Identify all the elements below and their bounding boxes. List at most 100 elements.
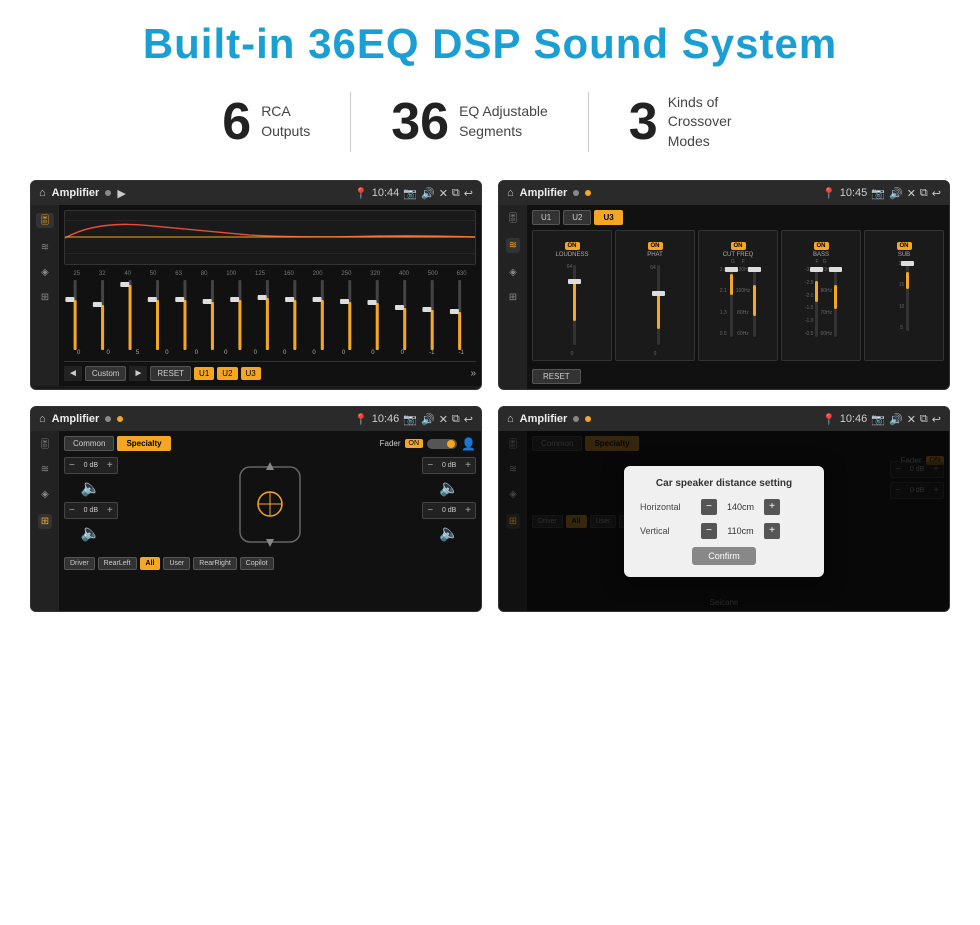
db2-plus-button[interactable]: +: [465, 460, 471, 471]
vertical-row: Vertical − 110cm +: [640, 523, 808, 539]
db4-plus-button[interactable]: +: [465, 505, 471, 516]
confirm-button[interactable]: Confirm: [692, 547, 756, 565]
stat-label-rca: RCAOutputs: [261, 102, 310, 141]
eq-reset-button[interactable]: RESET: [150, 366, 191, 381]
cutfreq-sliders: 3.02.11.30.5 120Hz100Hz80Hz60Hz: [702, 267, 774, 347]
close-icon-1: ✕: [439, 187, 448, 200]
cutfreq-track1[interactable]: [730, 267, 733, 337]
fader-slider[interactable]: [427, 439, 457, 449]
screen-distance: ⌂ Amplifier 📍 10:46 📷 🔊 ✕ ⧉ ↩: [498, 406, 950, 612]
loudness-bottom-val: 0: [536, 351, 608, 357]
eq-value-labels: 0 0 5 0 0 0 0 0 0 0 0 0 -1 -1: [64, 350, 476, 356]
bass-labels: -3.0-2.5-2.0-1.5-1.0-0.5: [805, 267, 814, 337]
stat-number-rca: 6: [222, 96, 251, 148]
sidebar-wave-icon[interactable]: ≋: [41, 242, 49, 253]
sidebar3-eq-icon[interactable]: 🎚: [39, 439, 52, 450]
home-icon-3: ⌂: [39, 413, 46, 425]
horizontal-plus-button[interactable]: +: [764, 499, 780, 515]
eq-u1-button[interactable]: U1: [194, 367, 214, 380]
more-icon-1: »: [470, 368, 476, 379]
right-db-controls: − 0 dB + 🔈 − 0 dB + 🔈: [422, 457, 476, 552]
window-icon-2: ⧉: [920, 187, 928, 200]
sidebar2-eq-icon[interactable]: 🎚: [507, 213, 520, 224]
db1-plus-button[interactable]: +: [107, 460, 113, 471]
freq-125: 125: [255, 271, 265, 277]
eq-u3-button[interactable]: U3: [241, 367, 261, 380]
phat-track[interactable]: [657, 265, 660, 345]
val-9: 0: [307, 350, 321, 356]
pos-user-button[interactable]: User: [163, 557, 190, 570]
back-icon-4: ↩: [932, 413, 941, 426]
val-6: 0: [219, 350, 233, 356]
loudness-track[interactable]: [573, 265, 576, 345]
pos-rearright-button[interactable]: RearRight: [193, 557, 237, 570]
topbar4-right: 📍 10:46 📷 🔊 ✕ ⧉ ↩: [822, 413, 941, 426]
db1-minus-button[interactable]: −: [69, 460, 75, 471]
phat-bottom-val: 0: [619, 351, 691, 357]
cutfreq-track2[interactable]: [753, 267, 756, 337]
eq-custom-button[interactable]: Custom: [85, 366, 127, 381]
crossover-reset-button[interactable]: RESET: [532, 369, 581, 384]
phat-on-badge: ON: [648, 242, 663, 250]
sidebar-eq-icon[interactable]: 🎚: [36, 213, 55, 228]
cutfreq-label: CUT FREQ: [702, 252, 774, 258]
horizontal-minus-button[interactable]: −: [701, 499, 717, 515]
position-buttons: Driver RearLeft All User RearRight Copil…: [64, 557, 476, 570]
preset-u2-button[interactable]: U2: [563, 210, 591, 225]
pos-all-button[interactable]: All: [140, 557, 161, 570]
rec-dot-4b: [585, 416, 591, 422]
pos-driver-button[interactable]: Driver: [64, 557, 95, 570]
freq-250: 250: [341, 271, 351, 277]
db-control-3: − 0 dB +: [64, 502, 118, 519]
preset-u1-button[interactable]: U1: [532, 210, 560, 225]
sidebar2-sound-icon[interactable]: ◈: [509, 267, 517, 278]
bass-track2[interactable]: [834, 267, 837, 337]
freq-50: 50: [150, 271, 157, 277]
close-icon-3: ✕: [439, 413, 448, 426]
loudness-label: LOUDNESS: [536, 252, 608, 258]
sub-track[interactable]: [906, 261, 909, 331]
bass-track1[interactable]: [815, 267, 818, 337]
preset-u3-button[interactable]: U3: [594, 210, 622, 225]
speaker-front-right-icon: 🔈: [422, 478, 476, 498]
sidebar3-channel-icon[interactable]: ⊞: [38, 514, 52, 529]
topbar3-right: 📍 10:46 📷 🔊 ✕ ⧉ ↩: [354, 413, 473, 426]
db3-plus-button[interactable]: +: [107, 505, 113, 516]
volume-icon-3: 🔊: [421, 413, 435, 426]
sidebar-sound-icon[interactable]: ◈: [41, 267, 49, 278]
screen3-sidebar: 🎚 ≋ ◈ ⊞: [31, 431, 59, 611]
freq-63: 63: [175, 271, 182, 277]
topbar2-title: Amplifier: [520, 187, 568, 199]
cutfreq-freq-labels: 120Hz100Hz80Hz60Hz: [736, 267, 750, 337]
tab-specialty-button[interactable]: Specialty: [117, 436, 170, 451]
sidebar3-wave-icon[interactable]: ≋: [41, 464, 49, 475]
vertical-minus-button[interactable]: −: [701, 523, 717, 539]
cutfreq-labels-left: 3.02.11.30.5: [720, 267, 727, 337]
val-2: 0: [101, 350, 115, 356]
db3-minus-button[interactable]: −: [69, 505, 75, 516]
stats-row: 6 RCAOutputs 36 EQ AdjustableSegments 3 …: [30, 92, 950, 152]
pos-rearleft-button[interactable]: RearLeft: [98, 557, 137, 570]
channel-bass: ON BASS F G -3.0-2.5-2.0-1.5-1.0-0.5: [781, 230, 861, 361]
eq-u2-button[interactable]: U2: [217, 367, 237, 380]
loudness-slider-area: 64: [536, 261, 608, 351]
car-diagram-area: [126, 457, 415, 552]
bass-on-badge: ON: [814, 242, 829, 250]
tab-common-button[interactable]: Common: [64, 436, 114, 451]
eq-next-button[interactable]: ►: [129, 366, 147, 381]
db4-minus-button[interactable]: −: [427, 505, 433, 516]
screen3-topbar: ⌂ Amplifier 📍 10:46 📷 🔊 ✕ ⧉ ↩: [31, 407, 481, 431]
sidebar-channel-icon[interactable]: ⊞: [41, 292, 49, 303]
rec-dot-2b: [585, 190, 591, 196]
eq-sliders: [64, 280, 476, 350]
freq-25: 25: [73, 271, 80, 277]
sidebar3-sound-icon[interactable]: ◈: [41, 489, 49, 500]
vertical-plus-button[interactable]: +: [764, 523, 780, 539]
db2-minus-button[interactable]: −: [427, 460, 433, 471]
eq-prev-button[interactable]: ◄: [64, 366, 82, 381]
page-wrapper: Built-in 36EQ DSP Sound System 6 RCAOutp…: [0, 0, 980, 632]
pos-copilot-button[interactable]: Copilot: [240, 557, 274, 570]
camera-icon-4: 📷: [871, 413, 885, 426]
sidebar2-wave-icon[interactable]: ≋: [506, 238, 520, 253]
sidebar2-channel-icon[interactable]: ⊞: [509, 292, 517, 303]
